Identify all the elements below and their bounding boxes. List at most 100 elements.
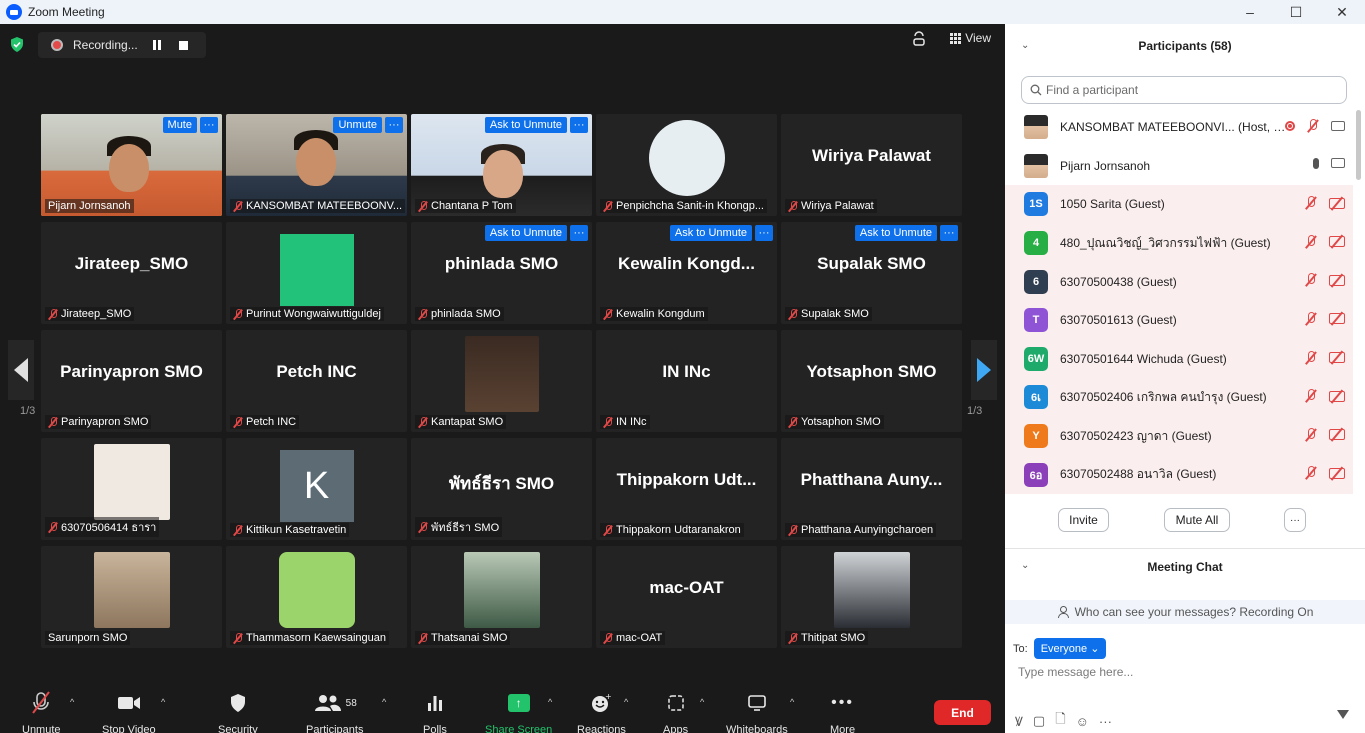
participant-row[interactable]: KANSOMBAT MATEEBOONVI... (Host, me): [1005, 108, 1353, 147]
video-off-icon[interactable]: [1329, 429, 1345, 441]
video-tile[interactable]: phinlada SMO phinlada SMO Ask to Unmute ···: [411, 222, 592, 324]
microphone-off-icon[interactable]: [1305, 234, 1317, 249]
video-off-icon[interactable]: [1329, 313, 1345, 325]
audio-options-caret[interactable]: ^: [70, 697, 74, 707]
tile-action-button[interactable]: Ask to Unmute: [669, 225, 752, 241]
video-tile[interactable]: Wiriya Palawat Wiriya Palawat: [781, 114, 962, 216]
screenshot-icon[interactable]: ▢: [1033, 713, 1045, 729]
video-tile[interactable]: KANSOMBAT MATEEBOONV... Unmute ···: [226, 114, 407, 216]
video-tile[interactable]: IN INc IN INc: [596, 330, 777, 432]
participant-row[interactable]: Y 63070502423 ญาดา (Guest): [1005, 416, 1353, 456]
video-tile[interactable]: Supalak SMO Supalak SMO Ask to Unmute ···: [781, 222, 962, 324]
immersive-view-icon[interactable]: [912, 30, 926, 46]
reactions-button[interactable]: + Reactions: [577, 691, 626, 733]
tile-more-button[interactable]: ···: [570, 225, 588, 241]
video-tile[interactable]: Jirateep_SMO Jirateep_SMO: [41, 222, 222, 324]
recipient-dropdown[interactable]: Everyone ⌄: [1033, 638, 1107, 659]
participants-more-button[interactable]: ···: [1284, 508, 1306, 532]
pause-recording-icon[interactable]: [153, 40, 161, 50]
participant-row[interactable]: 4 480_ปุณณวิชญ์_วิศวกรรมไฟฟ้า (Guest): [1005, 223, 1353, 263]
video-off-icon[interactable]: [1329, 236, 1345, 248]
video-tile[interactable]: Yotsaphon SMO Yotsaphon SMO: [781, 330, 962, 432]
tile-action-button[interactable]: Ask to Unmute: [484, 225, 567, 241]
video-tile[interactable]: K Kittikun Kasetravetin: [226, 438, 407, 540]
close-button[interactable]: ✕: [1319, 0, 1365, 24]
share-options-caret[interactable]: ^: [548, 697, 552, 707]
participants-button[interactable]: 58 Participants: [306, 691, 363, 733]
apps-options-caret[interactable]: ^: [700, 697, 704, 707]
minimize-button[interactable]: –: [1227, 0, 1273, 24]
more-button[interactable]: ••• More: [830, 691, 855, 733]
whiteboards-options-caret[interactable]: ^: [790, 697, 794, 707]
video-tile[interactable]: พัทธ์ธีรา SMO พัทธ์ธีรา SMO: [411, 438, 592, 540]
video-tile[interactable]: Purinut Wongwaiwuttiguldej: [226, 222, 407, 324]
stop-recording-icon[interactable]: [179, 40, 188, 50]
security-button[interactable]: Security: [218, 691, 258, 733]
video-off-icon[interactable]: [1329, 390, 1345, 402]
video-options-caret[interactable]: ^: [161, 697, 165, 707]
filter-icon[interactable]: [1337, 710, 1349, 719]
participant-search-input[interactable]: Find a participant: [1021, 76, 1347, 104]
polls-button[interactable]: Polls: [423, 691, 447, 733]
video-tile[interactable]: Thammasorn Kaewsainguan: [226, 546, 407, 648]
tile-more-button[interactable]: ···: [200, 117, 218, 133]
participants-options-caret[interactable]: ^: [382, 697, 386, 707]
video-tile[interactable]: Pijarn Jornsanoh Mute ···: [41, 114, 222, 216]
video-off-icon[interactable]: [1329, 274, 1345, 286]
whiteboards-button[interactable]: Whiteboards: [726, 691, 788, 733]
apps-button[interactable]: Apps: [663, 691, 688, 733]
video-tile[interactable]: Sarunporn SMO: [41, 546, 222, 648]
tile-more-button[interactable]: ···: [940, 225, 958, 241]
video-tile[interactable]: Petch INC Petch INC: [226, 330, 407, 432]
tile-action-button[interactable]: Mute: [162, 117, 197, 133]
video-tile[interactable]: Thippakorn Udt... Thippakorn Udtaranakron: [596, 438, 777, 540]
shield-check-icon[interactable]: [10, 37, 24, 52]
video-off-icon[interactable]: [1329, 197, 1345, 209]
view-button[interactable]: View: [950, 31, 991, 45]
microphone-icon[interactable]: [1313, 157, 1319, 169]
tile-action-button[interactable]: Ask to Unmute: [484, 117, 567, 133]
video-off-icon[interactable]: [1329, 467, 1345, 479]
chat-visibility-info[interactable]: Who can see your messages? Recording On: [1005, 600, 1365, 624]
tile-more-button[interactable]: ···: [570, 117, 588, 133]
video-camera-icon[interactable]: [1331, 158, 1345, 169]
tile-more-button[interactable]: ···: [385, 117, 403, 133]
video-tile[interactable]: Thatsanai SMO: [411, 546, 592, 648]
format-text-icon[interactable]: Ꝟ: [1015, 712, 1023, 730]
invite-button[interactable]: Invite: [1058, 508, 1109, 532]
microphone-off-icon[interactable]: [1307, 119, 1319, 133]
video-off-icon[interactable]: [1329, 352, 1345, 364]
microphone-off-icon[interactable]: [1305, 350, 1317, 365]
tile-action-button[interactable]: Unmute: [333, 117, 382, 133]
microphone-off-icon[interactable]: [1305, 273, 1317, 287]
share-screen-button[interactable]: ↑ Share Screen: [485, 691, 552, 733]
tile-more-button[interactable]: ···: [755, 225, 773, 241]
video-camera-icon[interactable]: [1331, 121, 1345, 131]
file-icon[interactable]: 🗋: [1055, 710, 1065, 732]
participant-row[interactable]: 6 63070500438 (Guest): [1005, 262, 1353, 301]
microphone-off-icon[interactable]: [1305, 466, 1317, 480]
microphone-off-icon[interactable]: [1305, 389, 1317, 403]
participant-row[interactable]: 1S 1050 Sarita (Guest): [1005, 185, 1353, 224]
unmute-button[interactable]: Unmute: [22, 691, 61, 733]
video-tile[interactable]: Penpichcha Sanit-in Khongp...: [596, 114, 777, 216]
chat-more-icon[interactable]: ···: [1099, 714, 1112, 729]
chat-message-input[interactable]: Type message here...: [1018, 665, 1133, 679]
tile-action-button[interactable]: Ask to Unmute: [854, 225, 937, 241]
stop-video-button[interactable]: Stop Video: [102, 691, 156, 733]
video-tile[interactable]: Phatthana Auny... Phatthana Aunyingcharoe…: [781, 438, 962, 540]
microphone-off-icon[interactable]: [1305, 311, 1317, 326]
video-tile[interactable]: Kewalin Kongd... Kewalin Kongdum Ask to Un…: [596, 222, 777, 324]
video-tile[interactable]: Thitipat SMO: [781, 546, 962, 648]
video-tile[interactable]: Parinyapron SMO Parinyapron SMO: [41, 330, 222, 432]
participant-row[interactable]: 6W 63070501644 Wichuda (Guest): [1005, 339, 1353, 379]
maximize-button[interactable]: ☐: [1273, 0, 1319, 24]
video-tile[interactable]: mac-OAT mac-OAT: [596, 546, 777, 648]
participant-row[interactable]: T 63070501613 (Guest): [1005, 300, 1353, 340]
next-page-button[interactable]: [971, 340, 997, 400]
emoji-icon[interactable]: ☺: [1076, 714, 1089, 729]
previous-page-button[interactable]: [8, 340, 34, 400]
participant-row[interactable]: Pijarn Jornsanoh: [1005, 147, 1353, 186]
video-tile[interactable]: Chantana P Tom Ask to Unmute ···: [411, 114, 592, 216]
video-tile[interactable]: 63070506414 ธารา: [41, 438, 222, 540]
